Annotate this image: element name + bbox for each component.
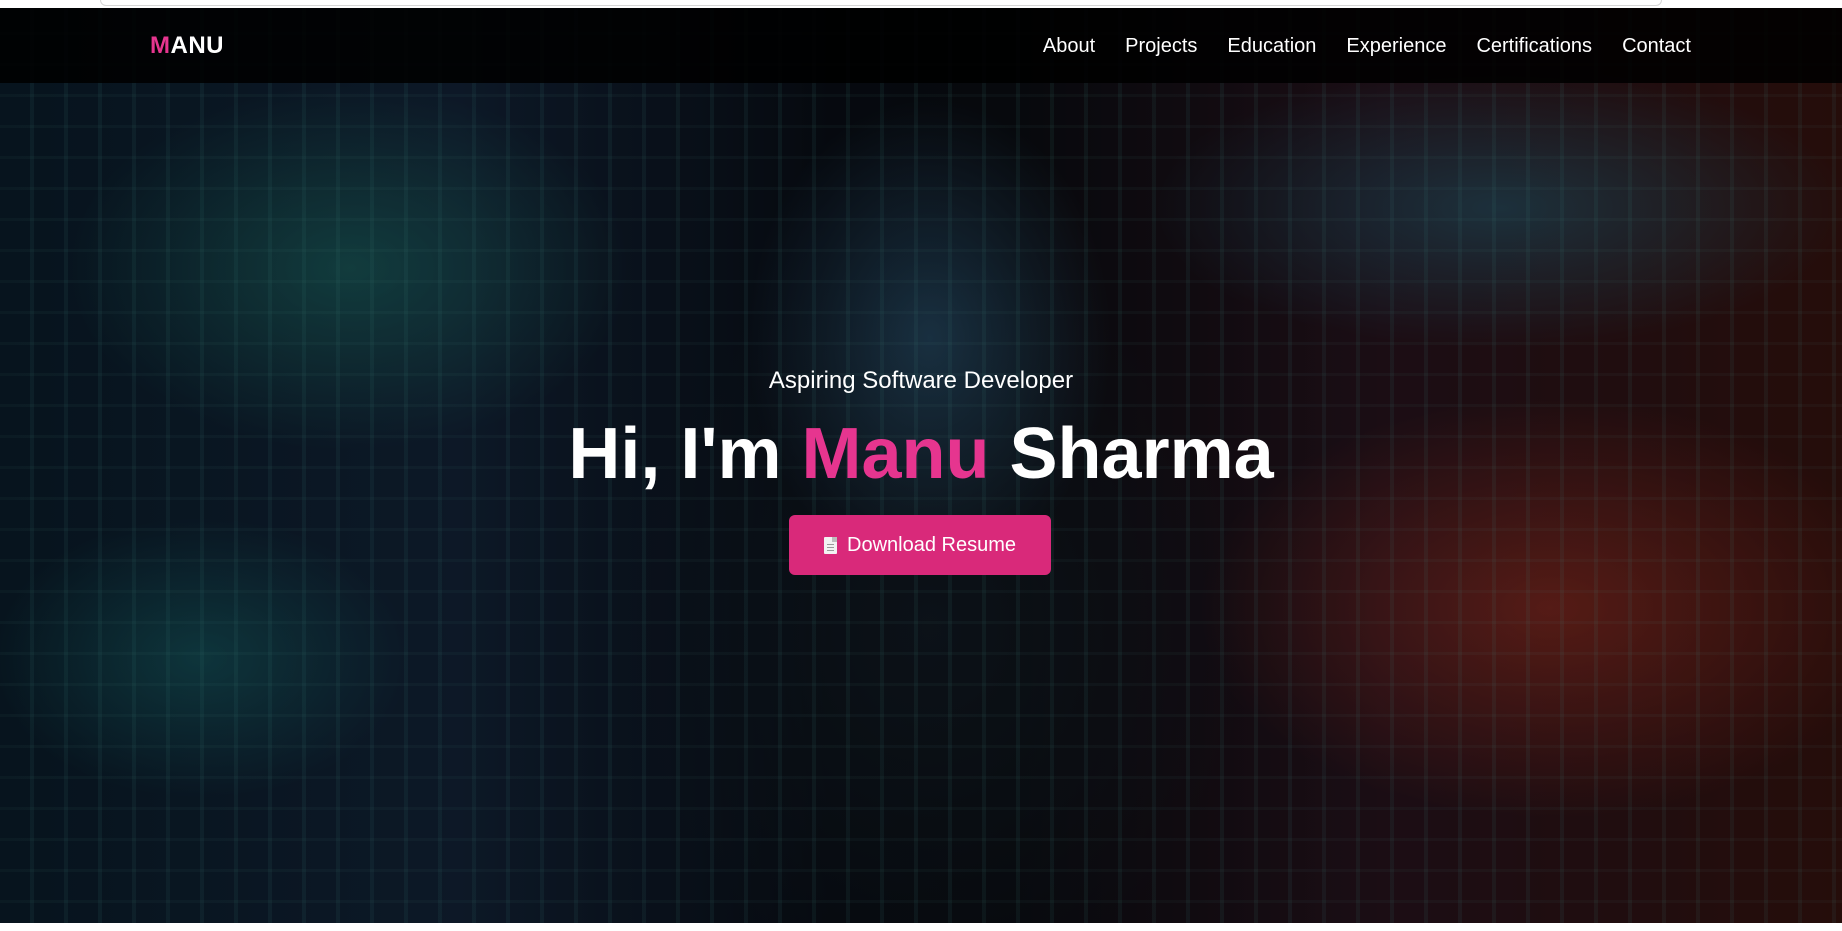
browser-chrome xyxy=(0,0,1842,8)
nav-links: About Projects Education Experience Cert… xyxy=(1043,34,1691,58)
headline-greeting: Hi, I'm xyxy=(568,414,782,494)
brand-initial: M xyxy=(150,32,171,59)
navbar: MANU About Projects Education Experience… xyxy=(0,8,1842,83)
nav-link-experience[interactable]: Experience xyxy=(1346,34,1446,58)
brand-rest: ANU xyxy=(170,32,224,59)
nav-link-about[interactable]: About xyxy=(1043,34,1095,58)
download-resume-label: Download Resume xyxy=(847,533,1016,556)
nav-link-projects[interactable]: Projects xyxy=(1125,34,1197,58)
download-resume-button[interactable]: Download Resume xyxy=(789,515,1051,575)
brand-logo[interactable]: MANU xyxy=(150,32,224,60)
nav-link-contact[interactable]: Contact xyxy=(1622,34,1691,58)
document-icon xyxy=(824,536,837,554)
hero-tagline: Aspiring Software Developer xyxy=(768,367,1074,394)
address-bar-edge xyxy=(100,0,1662,6)
page-bottom-edge xyxy=(0,923,1842,931)
nav-link-certifications[interactable]: Certifications xyxy=(1476,34,1592,58)
hero-headline: Hi, I'm Manu Sharma xyxy=(0,412,1842,496)
headline-first-name: Manu xyxy=(801,414,990,494)
nav-link-education[interactable]: Education xyxy=(1227,34,1316,58)
page: MANU About Projects Education Experience… xyxy=(0,8,1842,931)
headline-last-name: Sharma xyxy=(1009,414,1274,494)
